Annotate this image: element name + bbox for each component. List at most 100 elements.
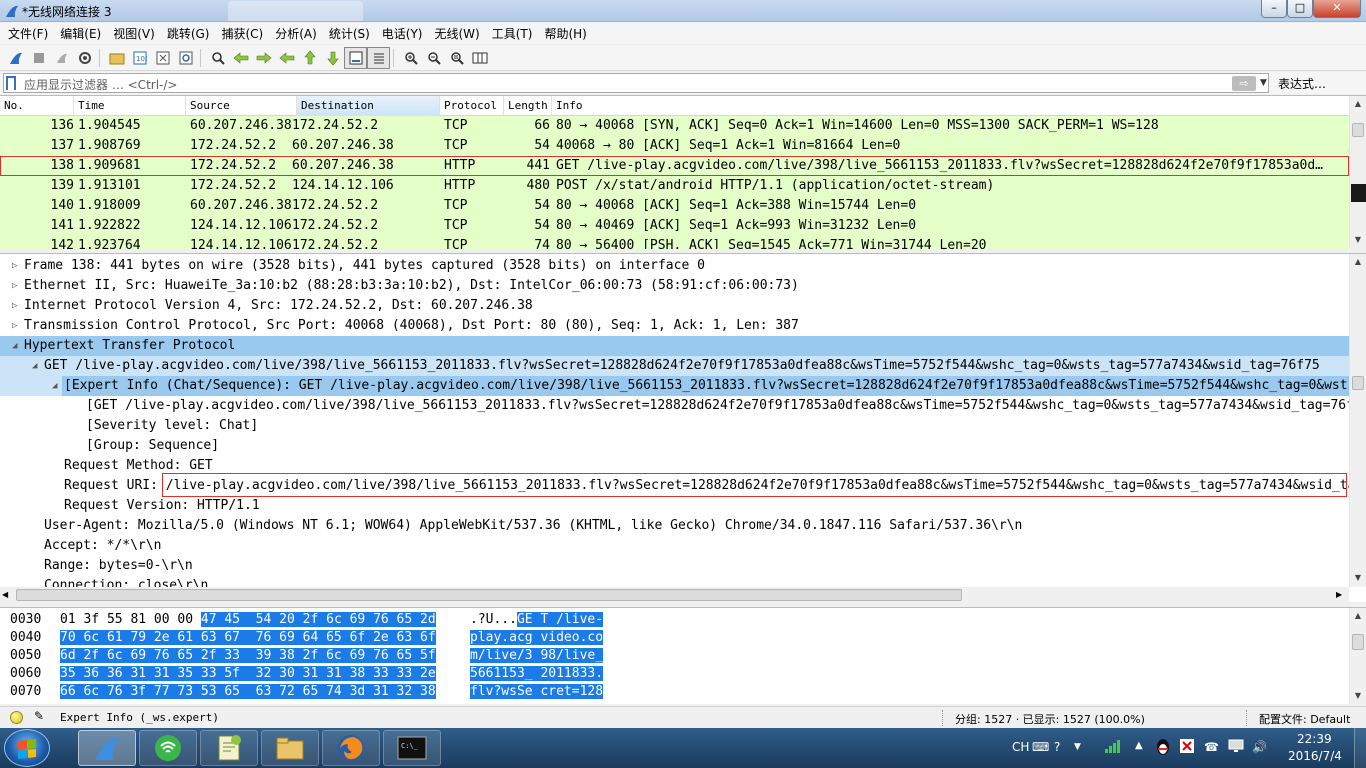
- scroll-up-arrow[interactable]: ▲: [1350, 608, 1366, 624]
- autoscroll-icon[interactable]: [344, 46, 367, 69]
- qq-icon[interactable]: [1155, 738, 1171, 759]
- detail-tree-item[interactable]: Request Version: HTTP/1.1: [0, 496, 1349, 516]
- close-file-icon[interactable]: [151, 47, 174, 69]
- detail-tree-item[interactable]: ◢ GET /live-play.acgvideo.com/live/398/li…: [0, 356, 1349, 376]
- detail-tree-item[interactable]: Range: bytes=0-\r\n: [0, 556, 1349, 576]
- save-file-icon[interactable]: 101: [128, 47, 151, 69]
- taskbar-wireshark[interactable]: [78, 730, 136, 766]
- expand-arrow-icon[interactable]: ▷: [12, 256, 17, 276]
- taskbar-notepad-plus[interactable]: [200, 730, 258, 766]
- scroll-down-arrow[interactable]: ▼: [1350, 570, 1366, 586]
- options-gear-icon[interactable]: [73, 47, 96, 69]
- show-hidden-icons-arrow[interactable]: ▲: [1135, 740, 1143, 751]
- forward-arrow-icon[interactable]: [252, 47, 275, 69]
- colorize-icon[interactable]: [367, 46, 390, 69]
- start-button[interactable]: [4, 729, 50, 767]
- packet-row[interactable]: 136 1.904545 60.207.246.38 172.24.52.2 TCP 66…: [0, 116, 1349, 136]
- expand-arrow-icon[interactable]: ▷: [12, 296, 17, 316]
- expand-arrow-icon[interactable]: ▷: [12, 276, 17, 296]
- detail-tree-item[interactable]: Accept: */*\r\n: [0, 536, 1349, 556]
- input-language[interactable]: CH: [1012, 740, 1029, 754]
- column-time[interactable]: Time: [74, 96, 186, 116]
- zoom-in-icon[interactable]: [399, 47, 422, 69]
- detail-tree-item[interactable]: Request Method: GET: [0, 456, 1349, 476]
- taskbar-firefox[interactable]: [322, 730, 380, 766]
- close-x-icon[interactable]: [1180, 739, 1194, 756]
- packet-row[interactable]: 140 1.918009 60.207.246.38 172.24.52.2 TCP 54…: [0, 196, 1349, 216]
- detail-tree-item[interactable]: User-Agent: Mozilla/5.0 (Windows NT 6.1;…: [0, 516, 1349, 536]
- detail-tree-item[interactable]: Request URI: /live-play.acgvideo.com/liv…: [0, 476, 1349, 496]
- packet-row[interactable]: 139 1.913101 172.24.52.2 124.14.12.106 HTTP 4…: [0, 176, 1349, 196]
- scroll-up-arrow[interactable]: ▲: [1350, 96, 1366, 112]
- scroll-up-arrow[interactable]: ▲: [1350, 254, 1366, 270]
- column-length[interactable]: Length: [504, 96, 552, 116]
- scroll-thumb[interactable]: [1352, 123, 1364, 137]
- keyboard-icon[interactable]: ⌨: [1032, 740, 1049, 754]
- reload-icon[interactable]: [174, 47, 197, 69]
- taskbar-cmd[interactable]: C:\_: [383, 730, 441, 766]
- menu-statistics[interactable]: 统计(S): [325, 25, 378, 42]
- bookmark-icon[interactable]: [6, 76, 16, 90]
- scroll-thumb[interactable]: [1352, 634, 1364, 650]
- bytes-row[interactable]: 0040 70 6c 61 79 2e 61 63 67 76 69 64 65 …: [0, 629, 1349, 647]
- expert-info-led-icon[interactable]: [10, 711, 23, 724]
- collapse-arrow-icon[interactable]: ◢: [52, 376, 57, 396]
- detail-tree-item[interactable]: [Severity level: Chat]: [0, 416, 1349, 436]
- column-info[interactable]: Info: [552, 96, 1349, 116]
- first-packet-icon[interactable]: [298, 47, 321, 69]
- detail-tree-item[interactable]: [GET /live-play.acgvideo.com/live/398/li…: [0, 396, 1349, 416]
- stop-square-icon[interactable]: [27, 47, 50, 69]
- menu-wireless[interactable]: 无线(W): [431, 25, 488, 42]
- bytes-row[interactable]: 0030 01 3f 55 81 00 00 47 45 54 20 2f 6c …: [0, 611, 1349, 629]
- packet-row[interactable]: 142 1.923764 124.14.12.106 172.24.52.2 TCP 74…: [0, 236, 1349, 249]
- network-icon[interactable]: [1104, 738, 1122, 757]
- detail-tree-item[interactable]: ▷ Internet Protocol Version 4, Src: 172.2…: [0, 296, 1349, 316]
- details-scrollbar[interactable]: ▲ ▼: [1349, 254, 1366, 587]
- column-destination[interactable]: Destination: [297, 96, 440, 116]
- menu-help[interactable]: 帮助(H): [540, 25, 594, 42]
- expand-arrow-icon[interactable]: ▷: [12, 316, 17, 336]
- scroll-thumb[interactable]: [1352, 376, 1364, 390]
- status-profile[interactable]: 配置文件: Default: [1259, 711, 1350, 727]
- zoom-normal-icon[interactable]: [445, 47, 468, 69]
- column-source[interactable]: Source: [186, 96, 297, 116]
- zoom-out-icon[interactable]: [422, 47, 445, 69]
- detail-tree-item[interactable]: ▷ Frame 138: 441 bytes on wire (3528 bits…: [0, 256, 1349, 276]
- resize-columns-icon[interactable]: [468, 47, 491, 69]
- phone-icon[interactable]: ☎: [1204, 740, 1219, 754]
- volume-icon[interactable]: 🔊: [1252, 740, 1267, 754]
- detail-tree-item[interactable]: ◢ Hypertext Transfer Protocol: [0, 336, 1349, 356]
- menu-analyze[interactable]: 分析(A): [271, 25, 325, 42]
- clock-time[interactable]: 22:39: [1297, 732, 1332, 746]
- back-arrow-icon[interactable]: [229, 47, 252, 69]
- scroll-right-arrow[interactable]: ▶: [1336, 587, 1342, 603]
- restart-icon[interactable]: [50, 47, 73, 69]
- menu-go[interactable]: 跳转(G): [163, 25, 218, 42]
- bytes-row[interactable]: 0060 35 36 36 31 31 35 33 5f 32 30 31 31 …: [0, 665, 1349, 683]
- expression-button[interactable]: 表达式…: [1278, 75, 1326, 92]
- taskbar-wifi-manager[interactable]: [139, 730, 197, 766]
- monitor-icon[interactable]: [1228, 739, 1244, 756]
- details-horizontal-scrollbar[interactable]: ◀ ▶: [0, 587, 1349, 603]
- bytes-scrollbar[interactable]: ▲ ▼: [1349, 608, 1366, 705]
- detail-tree-item[interactable]: ▷ Ethernet II, Src: HuaweiTe_3a:10:b2 (88…: [0, 276, 1349, 296]
- filter-history-dropdown[interactable]: ▼: [1260, 78, 1267, 88]
- menu-edit[interactable]: 编辑(E): [56, 25, 109, 42]
- packet-row[interactable]: 141 1.922822 124.14.12.106 172.24.52.2 TCP 54…: [0, 216, 1349, 236]
- column-no[interactable]: No.: [0, 96, 74, 116]
- find-icon[interactable]: [206, 47, 229, 69]
- packet-list-scrollbar[interactable]: ▲ ▼: [1349, 96, 1366, 249]
- maximize-button[interactable]: □: [1287, 0, 1313, 18]
- menu-tools[interactable]: 工具(T): [488, 25, 541, 42]
- clock-date[interactable]: 2016/7/4: [1288, 749, 1342, 763]
- shark-fin-start-icon[interactable]: [4, 47, 27, 69]
- detail-tree-item[interactable]: ▷ Transmission Control Protocol, Src Port…: [0, 316, 1349, 336]
- show-desktop-button[interactable]: [1354, 728, 1366, 768]
- scroll-left-arrow[interactable]: ◀: [2, 587, 8, 603]
- detail-tree-item[interactable]: [Group: Sequence]: [0, 436, 1349, 456]
- display-filter-input[interactable]: 应用显示过滤器 … <Ctrl-/> ⇨ ▼: [3, 73, 1269, 93]
- collapse-arrow-icon[interactable]: ◢: [12, 336, 17, 356]
- scroll-down-arrow[interactable]: ▼: [1350, 688, 1366, 704]
- close-button[interactable]: ✕: [1313, 0, 1361, 18]
- scroll-down-arrow[interactable]: ▼: [1350, 232, 1366, 248]
